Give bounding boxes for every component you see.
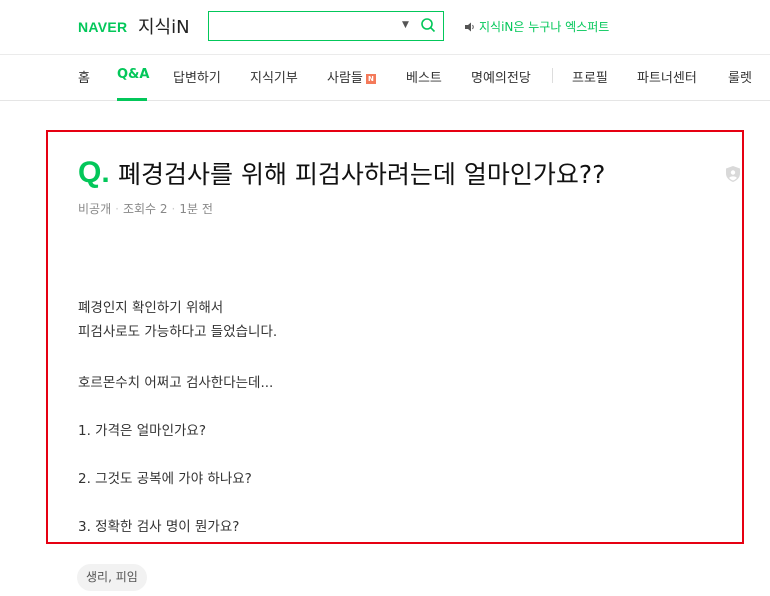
new-badge: N <box>365 74 376 84</box>
promo-text: 지식iN은 누구나 엑스퍼트 <box>479 20 610 34</box>
author: 비공개 <box>78 202 112 216</box>
question-title: 폐경검사를 위해 피검사하려는데 얼마인가요?? <box>118 160 606 189</box>
nav-item-donation[interactable]: 지식기부 <box>250 67 298 86</box>
naver-logo[interactable]: NAVER <box>78 19 127 35</box>
nav-item-best[interactable]: 베스트 <box>406 67 442 86</box>
category-tag[interactable]: 생리, 피임 <box>77 564 147 591</box>
expert-promo-link[interactable]: 지식iN은 누구나 엑스퍼트 <box>464 18 609 35</box>
nav-item-people-label: 사람들 <box>327 71 363 86</box>
nav-item-roulette[interactable]: 룰렛 <box>728 67 752 86</box>
question-body-line: 1. 가격은 얼마인가요? <box>78 423 206 439</box>
active-tab-indicator <box>117 98 147 101</box>
kin-logo[interactable]: 지식iN <box>138 13 190 39</box>
search-icon[interactable] <box>420 17 436 33</box>
posted-time: 1분 전 <box>179 202 213 216</box>
question-body-line: 2. 그것도 공복에 가야 하나요? <box>78 471 252 487</box>
nav-item-answer[interactable]: 답변하기 <box>173 67 221 86</box>
question-meta: 비공개 · 조회수 2 · 1분 전 <box>78 200 213 217</box>
meta-separator: · <box>171 202 176 216</box>
question-body-line: 폐경인지 확인하기 위해서 <box>78 300 224 316</box>
meta-separator: · <box>115 202 119 216</box>
top-header: NAVER 지식iN ▼ 지식iN은 누구나 엑스퍼트 <box>0 0 770 54</box>
question-mark-label: Q. <box>78 156 110 189</box>
nav-item-qna[interactable]: Q&A <box>117 67 149 82</box>
nav-divider <box>552 68 553 83</box>
nav-item-people[interactable]: 사람들 N <box>327 67 376 86</box>
nav-item-hall-of-fame[interactable]: 명예의전당 <box>471 67 531 86</box>
question-body-line: 호르몬수치 어쩌고 검사한다는데... <box>78 375 274 391</box>
question-body-line: 3. 정확한 검사 명이 뭔가요? <box>78 519 240 535</box>
speaker-icon <box>465 22 474 32</box>
private-shield-icon <box>726 166 740 182</box>
view-count: 조회수 2 <box>122 202 168 216</box>
main-nav: 홈 Q&A 답변하기 지식기부 사람들 N 베스트 명예의전당 프로필 파트너센터… <box>0 55 770 101</box>
question-body-line: 피검사로도 가능하다고 들었습니다. <box>78 324 278 340</box>
search-input[interactable]: ▼ <box>208 11 444 41</box>
nav-item-home[interactable]: 홈 <box>78 67 90 86</box>
nav-item-profile[interactable]: 프로필 <box>572 67 608 86</box>
search-dropdown-icon[interactable]: ▼ <box>402 20 409 30</box>
nav-item-partner-center[interactable]: 파트너센터 <box>637 67 697 86</box>
